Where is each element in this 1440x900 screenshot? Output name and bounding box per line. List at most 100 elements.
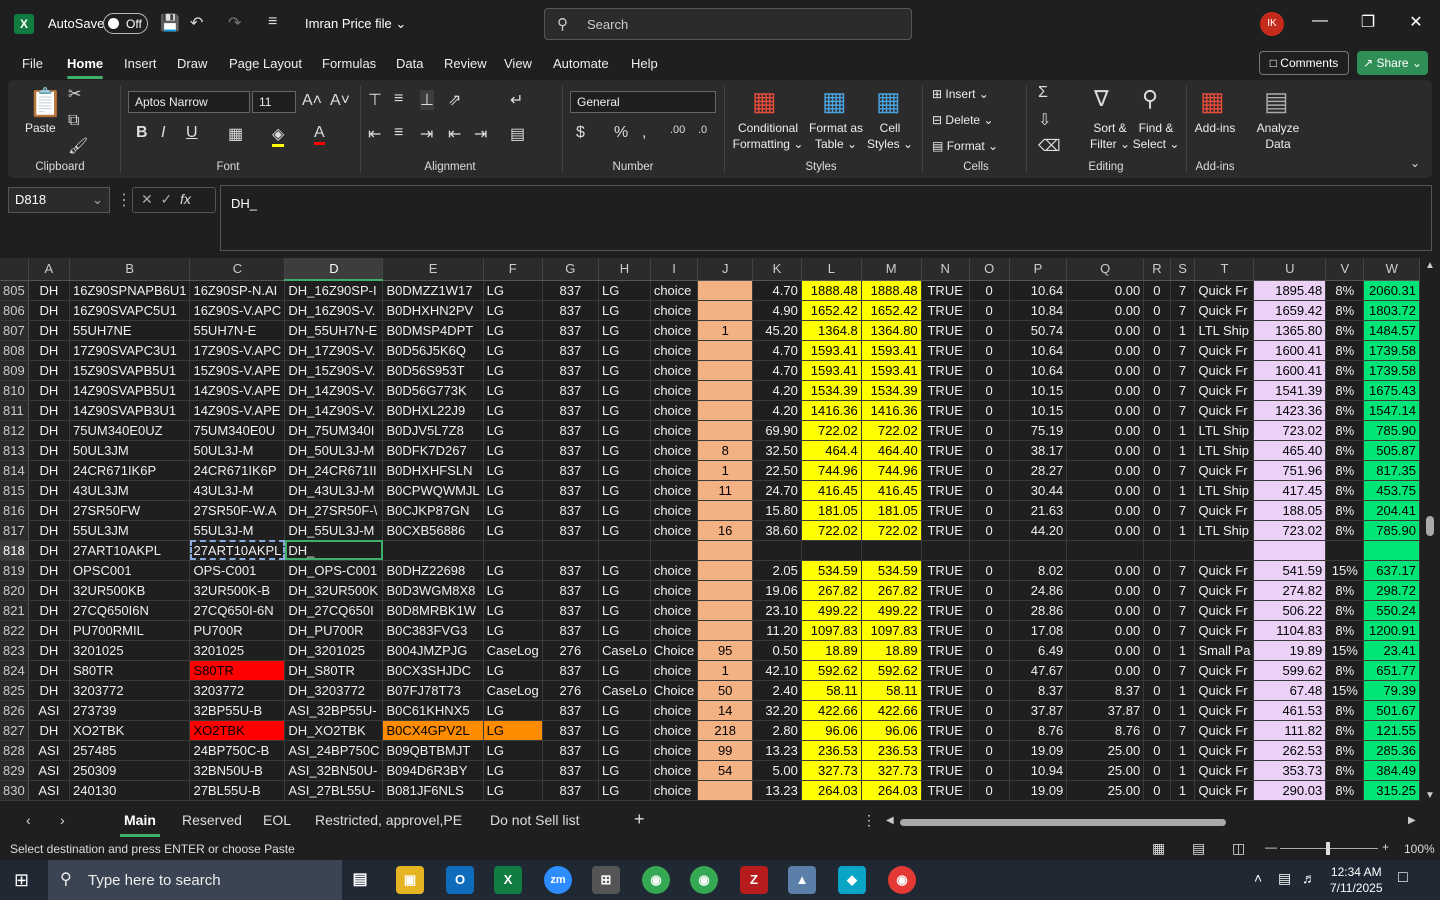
cell-e809[interactable]: B0D56S953T [382, 360, 484, 381]
cell-c811[interactable]: 14Z90S-V.APE [189, 400, 286, 421]
cell-l829[interactable]: 327.73 [801, 760, 862, 781]
cell-s828[interactable]: 1 [1170, 740, 1196, 761]
cell-u828[interactable]: 262.53 [1253, 740, 1327, 761]
taskbar-clock[interactable]: 12:34 AM 7/11/2025 [1330, 864, 1383, 896]
cell-l814[interactable]: 744.96 [801, 460, 862, 481]
cell-i825[interactable]: Choice [650, 680, 699, 701]
cell-w809[interactable]: 1739.58 [1363, 360, 1420, 381]
cell-j823[interactable]: 95 [697, 640, 754, 661]
cell-k812[interactable]: 69.90 [752, 420, 802, 441]
cell-f805[interactable]: LG [483, 280, 543, 301]
cell-b823[interactable]: 3201025 [69, 640, 191, 661]
cell-t824[interactable]: Quick Fr [1194, 660, 1255, 681]
cell-w830[interactable]: 315.25 [1363, 780, 1420, 801]
cell-s814[interactable]: 7 [1170, 460, 1196, 481]
cell-c809[interactable]: 15Z90S-V.APE [189, 360, 286, 381]
cell-p815[interactable]: 30.44 [1009, 480, 1068, 501]
cell-t806[interactable]: Quick Fr [1194, 300, 1255, 321]
cut-icon[interactable]: ✂ [68, 84, 81, 104]
cell-a821[interactable]: DH [28, 600, 71, 621]
cell-q827[interactable]: 8.76 [1066, 720, 1145, 741]
cell-e811[interactable]: B0DHXL22J9 [382, 400, 484, 421]
align-right-icon[interactable]: ⇥ [420, 124, 433, 144]
cell-g826[interactable]: 837 [542, 700, 600, 721]
cell-k805[interactable]: 4.70 [752, 280, 802, 301]
cell-h827[interactable]: LG [598, 720, 651, 741]
column-header-e[interactable]: E [382, 258, 484, 281]
cell-o826[interactable]: 0 [969, 700, 1010, 721]
cell-s825[interactable]: 1 [1170, 680, 1196, 701]
cell-l828[interactable]: 236.53 [801, 740, 862, 761]
horizontal-scroll-thumb[interactable] [900, 819, 1226, 826]
cell-o821[interactable]: 0 [969, 600, 1010, 621]
cell-g825[interactable]: 276 [542, 680, 600, 701]
cell-o822[interactable]: 0 [969, 620, 1010, 641]
cell-h828[interactable]: LG [598, 740, 651, 761]
cell-u810[interactable]: 1541.39 [1253, 380, 1327, 401]
column-header-s[interactable]: S [1170, 258, 1196, 281]
cell-q809[interactable]: 0.00 [1066, 360, 1145, 381]
column-header-d[interactable]: D [284, 258, 384, 281]
cell-v808[interactable]: 8% [1325, 340, 1365, 361]
cell-s821[interactable]: 7 [1170, 600, 1196, 621]
cell-s818[interactable] [1170, 540, 1196, 561]
cell-i817[interactable]: choice [650, 520, 699, 541]
cell-q816[interactable]: 0.00 [1066, 500, 1145, 521]
cell-e805[interactable]: B0DMZZ1W17 [382, 280, 484, 301]
next-sheet-icon[interactable]: › [60, 812, 65, 828]
cell-r809[interactable]: 0 [1143, 360, 1171, 381]
autosave-toggle[interactable]: Off [103, 13, 148, 34]
cell-i815[interactable]: choice [650, 480, 699, 501]
cell-l819[interactable]: 534.59 [801, 560, 862, 581]
format-as-table-button[interactable]: Format as Table ⌄ [806, 120, 866, 152]
column-header-q[interactable]: Q [1066, 258, 1145, 281]
cell-b825[interactable]: 3203772 [69, 680, 191, 701]
cell-n817[interactable]: TRUE [921, 520, 970, 541]
cell-f807[interactable]: LG [483, 320, 543, 341]
cell-a816[interactable]: DH [28, 500, 71, 521]
cell-i812[interactable]: choice [650, 420, 699, 441]
cell-h819[interactable]: LG [598, 560, 651, 581]
cell-d830[interactable]: ASI_27BL55U- [284, 780, 384, 801]
prev-sheet-icon[interactable]: ‹ [26, 812, 31, 828]
insert-cells-button[interactable]: ⊞ Insert ⌄ [932, 86, 989, 102]
scroll-left-icon[interactable]: ◀ [886, 815, 894, 826]
cell-n821[interactable]: TRUE [921, 600, 970, 621]
cell-h809[interactable]: LG [598, 360, 651, 381]
avatar[interactable]: IK [1260, 12, 1284, 36]
cell-g819[interactable]: 837 [542, 560, 600, 581]
cell-f826[interactable]: LG [483, 700, 543, 721]
search-box[interactable]: ⚲ Search [544, 8, 912, 40]
cell-l824[interactable]: 592.62 [801, 660, 862, 681]
cell-e812[interactable]: B0DJV5L7Z8 [382, 420, 484, 441]
cell-r808[interactable]: 0 [1143, 340, 1171, 361]
cell-u819[interactable]: 541.59 [1253, 560, 1327, 581]
cell-e814[interactable]: B0DHXHFSLN [382, 460, 484, 481]
cell-f820[interactable]: LG [483, 580, 543, 601]
cell-q810[interactable]: 0.00 [1066, 380, 1145, 401]
cell-t821[interactable]: Quick Fr [1194, 600, 1255, 621]
cell-i826[interactable]: choice [650, 700, 699, 721]
cell-j807[interactable]: 1 [697, 320, 754, 341]
align-bottom-icon[interactable]: ⊥ [420, 90, 434, 110]
cell-q822[interactable]: 0.00 [1066, 620, 1145, 641]
cell-e808[interactable]: B0D56J5K6Q [382, 340, 484, 361]
cell-f827[interactable]: LG [483, 720, 543, 741]
task-view-icon[interactable]: ▤ [346, 866, 374, 894]
cell-j811[interactable] [697, 400, 754, 421]
column-header-w[interactable]: W [1363, 258, 1420, 281]
cell-l821[interactable]: 499.22 [801, 600, 862, 621]
cell-b816[interactable]: 27SR50FW [69, 500, 191, 521]
cell-s805[interactable]: 7 [1170, 280, 1196, 301]
analyze-data-button[interactable]: Analyze Data [1254, 120, 1302, 152]
cell-a822[interactable]: DH [28, 620, 71, 641]
cell-o809[interactable]: 0 [969, 360, 1010, 381]
cell-h823[interactable]: CaseLo [598, 640, 651, 661]
cell-t830[interactable]: Quick Fr [1194, 780, 1255, 801]
cell-v820[interactable]: 8% [1325, 580, 1365, 601]
cell-l815[interactable]: 416.45 [801, 480, 862, 501]
cell-s811[interactable]: 7 [1170, 400, 1196, 421]
cell-p825[interactable]: 8.37 [1009, 680, 1068, 701]
insert-function-icon[interactable]: fx [180, 191, 191, 207]
cell-p814[interactable]: 28.27 [1009, 460, 1068, 481]
